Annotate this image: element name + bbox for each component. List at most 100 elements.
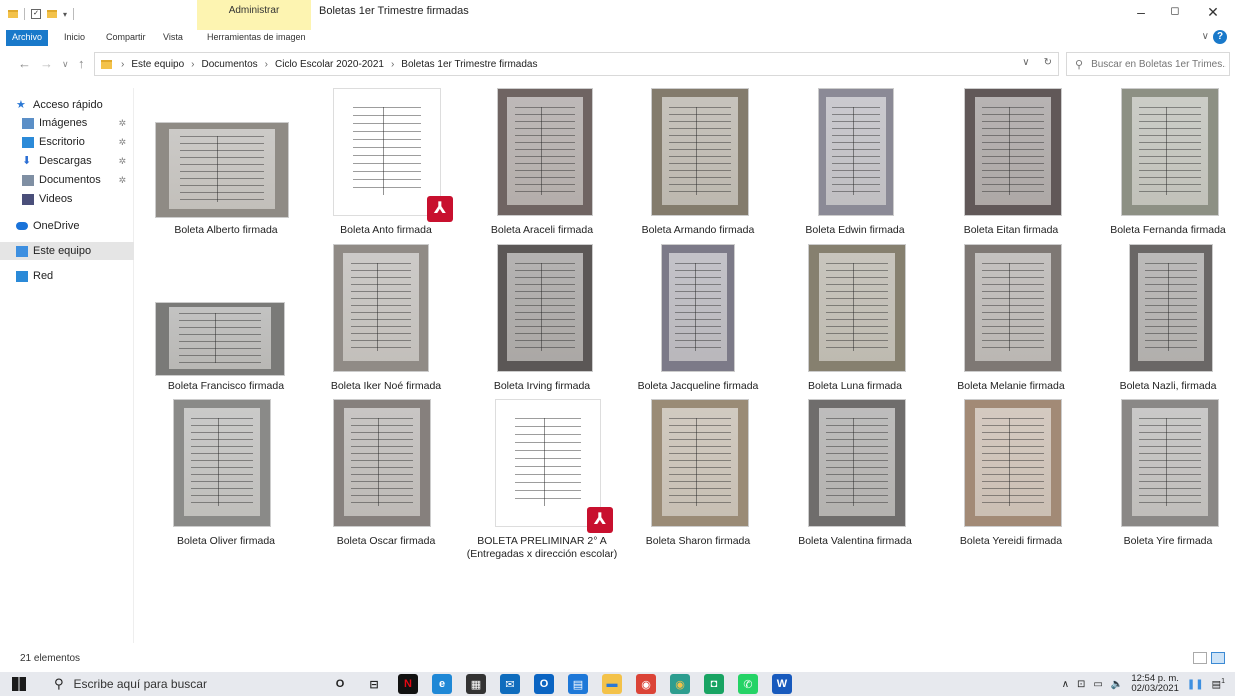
calendar-icon[interactable]: ▤ [568, 674, 588, 694]
file-tile[interactable]: Boleta Valentina firmada [777, 395, 933, 547]
teams-meet-icon[interactable]: ◘ [704, 674, 724, 694]
sidebar-item-onedrive[interactable]: OneDrive [0, 217, 134, 235]
help-icon[interactable]: ? [1213, 30, 1227, 44]
file-tile[interactable]: ⅄ BOLETA PRELIMINAR 2° A (Entregadas x di… [464, 395, 620, 560]
sidebar-item-imagenes[interactable]: Imágenes ✲ [0, 114, 134, 132]
outlook-icon[interactable]: O [534, 674, 554, 694]
explorer-icon[interactable]: ▬ [602, 674, 622, 694]
thumbnail-col [378, 417, 380, 506]
sidebar-item-documentos[interactable]: Documentos ✲ [0, 171, 134, 189]
address-bar[interactable]: › Este equipo › Documentos › Ciclo Escol… [94, 52, 1059, 76]
ribbon-tabs: Archivo Inicio Compartir Vista Herramien… [0, 30, 1235, 46]
refresh-icon[interactable]: ↻ [1044, 57, 1052, 68]
sidebar-item-descargas[interactable]: ⬇ Descargas ✲ [0, 152, 134, 170]
breadcrumb-separator-icon[interactable]: › [265, 59, 268, 70]
taskbar-search[interactable]: ⚲ Escribe aquí para buscar [44, 672, 304, 696]
chrome-icon[interactable]: ◉ [636, 674, 656, 694]
meet-now-icon[interactable]: ⊡ [1077, 679, 1085, 690]
file-tile[interactable]: Boleta Alberto firmada [148, 84, 304, 236]
sidebar-item-este-equipo[interactable]: Este equipo [0, 242, 134, 260]
file-tile[interactable]: Boleta Oscar firmada [308, 395, 464, 547]
chevron-down-icon[interactable]: ∨ [1202, 31, 1209, 42]
search-input[interactable] [1091, 58, 1227, 70]
thumbnail-col [696, 106, 698, 195]
store-icon[interactable]: ▦ [466, 674, 486, 694]
file-tile[interactable]: Boleta Iker Noé firmada [308, 240, 464, 392]
file-tile[interactable]: Boleta Edwin firmada [777, 84, 933, 236]
file-name: Boleta Eitan firmada [963, 224, 1059, 236]
close-button[interactable]: ✕ [1193, 4, 1233, 21]
file-tile[interactable]: Boleta Nazli, firmada [1090, 240, 1235, 392]
breadcrumb-documentos[interactable]: Documentos [202, 59, 258, 70]
recent-locations-chevron-icon[interactable]: ∨ [62, 59, 69, 70]
file-tile[interactable]: Boleta Sharon firmada [620, 395, 776, 547]
image-thumbnail [964, 88, 1062, 216]
cortana-icon[interactable]: O [330, 674, 350, 694]
pin-icon[interactable]: ✲ [118, 156, 126, 167]
pin-icon[interactable]: ✲ [118, 175, 126, 186]
tab-vista[interactable]: Vista [163, 32, 183, 42]
file-tile[interactable]: Boleta Oliver firmada [148, 395, 304, 547]
whatsapp-icon[interactable]: ✆ [738, 674, 758, 694]
language-icon[interactable]: ❚❚ [1187, 679, 1204, 690]
file-tile[interactable]: Boleta Eitan firmada [933, 84, 1089, 236]
sidebar-item-escritorio[interactable]: Escritorio ✲ [0, 133, 134, 151]
chevron-up-icon[interactable]: ∧ [1062, 679, 1069, 690]
thumbnail-col [1167, 262, 1169, 351]
forward-arrow-icon[interactable]: → [40, 56, 53, 71]
file-tile[interactable]: Boleta Armando firmada [620, 84, 776, 236]
pin-icon[interactable]: ✲ [118, 118, 126, 129]
tab-archivo[interactable]: Archivo [6, 30, 49, 46]
desktop-icon [22, 136, 34, 148]
file-name: Boleta Anto firmada [340, 224, 432, 236]
sidebar-item-videos[interactable]: Videos [0, 190, 134, 208]
pin-icon[interactable]: ✲ [118, 137, 126, 148]
breadcrumb-separator-icon[interactable]: › [191, 59, 194, 70]
file-tile[interactable]: Boleta Jacqueline firmada [620, 240, 776, 392]
address-history-chevron-icon[interactable]: ∨ [1022, 57, 1029, 68]
new-folder-icon[interactable] [47, 10, 57, 18]
network-icon [16, 270, 28, 282]
breadcrumb-separator-icon[interactable]: › [391, 59, 394, 70]
windows-start-icon[interactable] [12, 677, 26, 691]
notifications-icon[interactable]: ▤1 [1212, 678, 1225, 690]
search-box[interactable]: ⚲ [1066, 52, 1230, 76]
file-tile[interactable]: Boleta Fernanda firmada [1090, 84, 1235, 236]
chevron-down-icon[interactable]: ▾ [63, 10, 67, 19]
file-name: BOLETA PRELIMINAR 2° A (Entregadas x dir… [466, 535, 618, 560]
large-icons-view-icon[interactable] [1211, 652, 1225, 664]
file-tile[interactable]: Boleta Yire firmada [1090, 395, 1235, 547]
breadcrumb-este-equipo[interactable]: Este equipo [131, 59, 184, 70]
battery-icon[interactable]: ▭ [1093, 679, 1102, 690]
file-tile[interactable]: ⅄ Boleta Anto firmada [308, 84, 464, 236]
sidebar-item-red[interactable]: Red [0, 267, 134, 285]
word-icon[interactable]: W [772, 674, 792, 694]
file-tile[interactable]: Boleta Francisco firmada [148, 240, 304, 392]
file-tile[interactable]: Boleta Irving firmada [464, 240, 620, 392]
breadcrumb-boletas[interactable]: Boletas 1er Trimestre firmadas [401, 59, 537, 70]
tab-herramientas-imagen[interactable]: Herramientas de imagen [207, 32, 306, 42]
task-view-icon[interactable]: ⊟ [364, 674, 384, 694]
details-view-icon[interactable] [1193, 652, 1207, 664]
volume-icon[interactable]: 🔈 [1111, 679, 1123, 690]
back-arrow-icon[interactable]: ← [18, 56, 31, 71]
breadcrumb-separator-icon[interactable]: › [121, 59, 124, 70]
file-tile[interactable]: Boleta Melanie firmada [933, 240, 1089, 392]
edge-icon[interactable]: e [432, 674, 452, 694]
contextual-tab-group[interactable]: Administrar [197, 0, 311, 30]
up-arrow-icon[interactable]: ↑ [78, 56, 85, 71]
file-tile[interactable]: Boleta Araceli firmada [464, 84, 620, 236]
file-tile[interactable]: Boleta Luna firmada [777, 240, 933, 392]
mail-icon[interactable]: ✉ [500, 674, 520, 694]
sidebar-item-quick-access[interactable]: ★ Acceso rápido [0, 96, 134, 114]
clock[interactable]: 12:54 p. m. 02/03/2021 [1131, 674, 1179, 694]
chrome-canary-icon[interactable]: ◉ [670, 674, 690, 694]
tab-inicio[interactable]: Inicio [64, 32, 85, 42]
file-tile[interactable]: Boleta Yereidi firmada [933, 395, 1089, 547]
pictures-icon [22, 117, 34, 129]
properties-icon[interactable]: ✓ [31, 9, 41, 19]
tab-compartir[interactable]: Compartir [106, 32, 146, 42]
netflix-icon[interactable]: N [398, 674, 418, 694]
breadcrumb-ciclo-escolar[interactable]: Ciclo Escolar 2020-2021 [275, 59, 384, 70]
maximize-button[interactable]: ◻ [1155, 4, 1195, 17]
